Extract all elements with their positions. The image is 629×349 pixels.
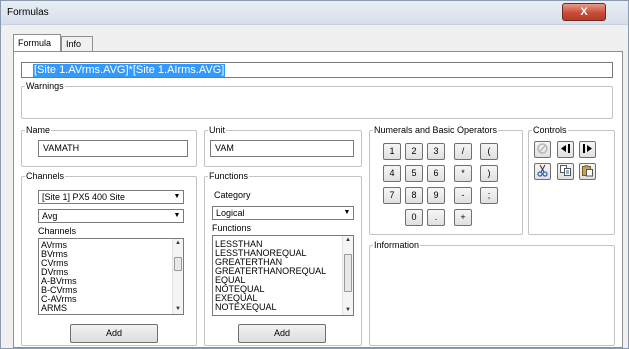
name-field[interactable]: VAMATH [38, 140, 188, 157]
stat-select-value: Avg [42, 211, 58, 221]
key-9[interactable]: 9 [427, 187, 445, 204]
add-channel-button[interactable]: Add [70, 324, 158, 343]
key-2[interactable]: 2 [405, 143, 423, 160]
copy-icon [559, 165, 572, 179]
title-bar: Formulas X [1, 1, 628, 25]
window-title: Formulas [7, 7, 49, 18]
tab-info[interactable]: Info [61, 36, 93, 52]
site-select[interactable]: [Site 1] PX5 400 Site ▼ [38, 190, 184, 204]
information-legend: Information [374, 240, 420, 250]
move-right-icon [581, 144, 594, 157]
site-select-value: [Site 1] PX5 400 Site [42, 192, 126, 202]
scroll-up-icon[interactable]: ▲ [173, 239, 183, 248]
key-1[interactable]: 1 [383, 143, 401, 160]
controls-legend: Controls [533, 125, 567, 135]
cut-icon [536, 164, 549, 179]
key-6[interactable]: 6 [427, 165, 445, 182]
stat-select[interactable]: Avg ▼ [38, 209, 184, 223]
formulas-window: Formulas X Formula Info [Site 1.AVrms.AV… [0, 0, 629, 349]
list-item[interactable]: NOTEXEQUAL [213, 303, 353, 312]
name-legend: Name [26, 125, 51, 135]
scroll-thumb[interactable] [174, 257, 182, 271]
category-select-value: Logical [216, 208, 245, 218]
key-decimal[interactable]: . [427, 209, 445, 226]
key-semicolon[interactable]: ; [480, 187, 498, 204]
key-divide[interactable]: / [454, 143, 472, 160]
copy-button[interactable] [557, 163, 574, 180]
key-3[interactable]: 3 [427, 143, 445, 160]
functions-scrollbar[interactable]: ▲ ▼ [342, 236, 353, 315]
channels-scrollbar[interactable]: ▲ ▼ [172, 239, 183, 314]
unit-legend: Unit [209, 125, 226, 135]
scroll-thumb[interactable] [344, 254, 352, 292]
move-right-button[interactable] [579, 141, 596, 158]
functions-legend: Functions [209, 171, 249, 181]
move-left-button[interactable] [557, 141, 574, 158]
category-select[interactable]: Logical ▼ [212, 206, 354, 220]
formula-text: [Site 1.AVrms.AVG]*[Site 1.AIrms.AVG] [33, 64, 226, 77]
chevron-down-icon: ▼ [173, 212, 181, 219]
clear-button[interactable] [534, 141, 551, 158]
functions-list[interactable]: LESSTHAN LESSTHANOREQUAL GREATERTHAN GRE… [212, 235, 354, 316]
key-plus[interactable]: + [454, 209, 472, 226]
channels-list-label: Channels [38, 226, 77, 236]
unit-field[interactable]: VAM [210, 140, 354, 157]
key-8[interactable]: 8 [405, 187, 423, 204]
formula-input[interactable]: [Site 1.AVrms.AVG]*[Site 1.AIrms.AVG] [21, 62, 613, 78]
key-0[interactable]: 0 [405, 209, 423, 226]
key-4[interactable]: 4 [383, 165, 401, 182]
chevron-down-icon: ▼ [343, 209, 351, 216]
paste-icon [581, 165, 594, 179]
chevron-down-icon: ▼ [173, 193, 181, 200]
scroll-down-icon[interactable]: ▼ [343, 306, 353, 315]
scroll-up-icon[interactable]: ▲ [343, 236, 353, 245]
category-label: Category [214, 190, 251, 200]
paste-button[interactable] [579, 163, 596, 180]
key-minus[interactable]: - [454, 187, 472, 204]
warnings-group: Warnings [21, 81, 613, 119]
channels-legend: Channels [26, 171, 65, 181]
add-function-button[interactable]: Add [238, 324, 326, 343]
information-group: Information [369, 240, 615, 346]
channels-list[interactable]: AVrms BVrms CVrms DVrms A-BVrms B-CVrms … [38, 238, 184, 315]
close-button[interactable]: X [562, 3, 606, 21]
move-left-icon [559, 144, 572, 157]
numerals-legend: Numerals and Basic Operators [374, 125, 498, 135]
key-open-paren[interactable]: ( [480, 143, 498, 160]
list-item[interactable]: ARMS [39, 304, 183, 313]
tab-formula[interactable]: Formula [13, 34, 61, 52]
functions-list-label: Functions [212, 223, 252, 233]
key-multiply[interactable]: * [454, 165, 472, 182]
warnings-legend: Warnings [26, 81, 64, 91]
eraser-icon [536, 143, 549, 157]
cut-button[interactable] [534, 163, 551, 180]
key-close-paren[interactable]: ) [480, 165, 498, 182]
scroll-down-icon[interactable]: ▼ [173, 305, 183, 314]
key-7[interactable]: 7 [383, 187, 401, 204]
key-5[interactable]: 5 [405, 165, 423, 182]
